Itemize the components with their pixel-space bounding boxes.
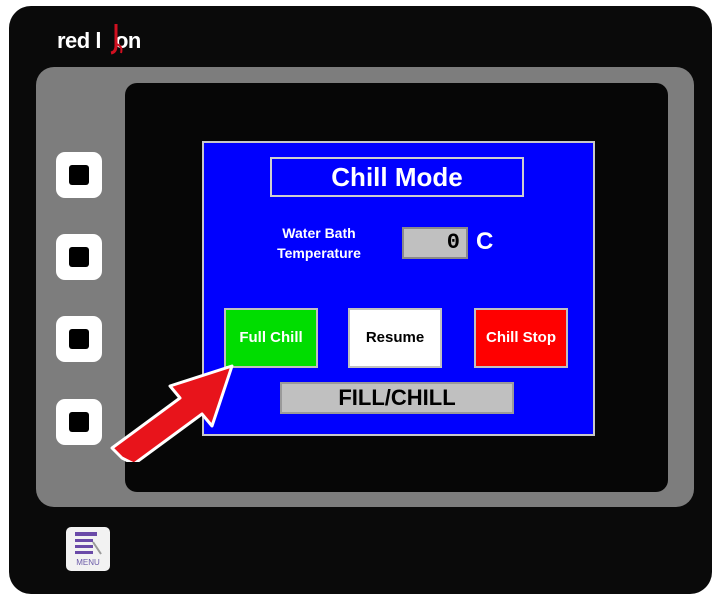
full-chill-button[interactable]: Full Chill: [224, 308, 318, 368]
side-key-1[interactable]: [56, 152, 102, 198]
red-lion-logo: red l on: [57, 24, 141, 55]
temperature-label-line1: Water Bath: [282, 225, 356, 241]
menu-button[interactable]: MENU: [66, 527, 110, 571]
chill-stop-button[interactable]: Chill Stop: [474, 308, 568, 368]
temperature-value-display: 0: [402, 227, 468, 259]
resume-button[interactable]: Resume: [348, 308, 442, 368]
side-key-4[interactable]: [56, 399, 102, 445]
side-key-2[interactable]: [56, 234, 102, 280]
menu-list-icon: [75, 532, 102, 555]
water-bath-temperature-label: Water Bath Temperature: [264, 223, 374, 263]
temperature-unit: C: [476, 228, 494, 255]
side-key-3[interactable]: [56, 316, 102, 362]
red-arrow-icon: [110, 364, 234, 462]
temperature-label-line2: Temperature: [277, 245, 361, 261]
hmi-screen: Chill Mode Water Bath Temperature 0 C Fu…: [202, 141, 595, 436]
status-display: FILL/CHILL: [280, 382, 514, 414]
screen-title: Chill Mode: [270, 157, 524, 197]
menu-label: MENU: [76, 558, 100, 567]
